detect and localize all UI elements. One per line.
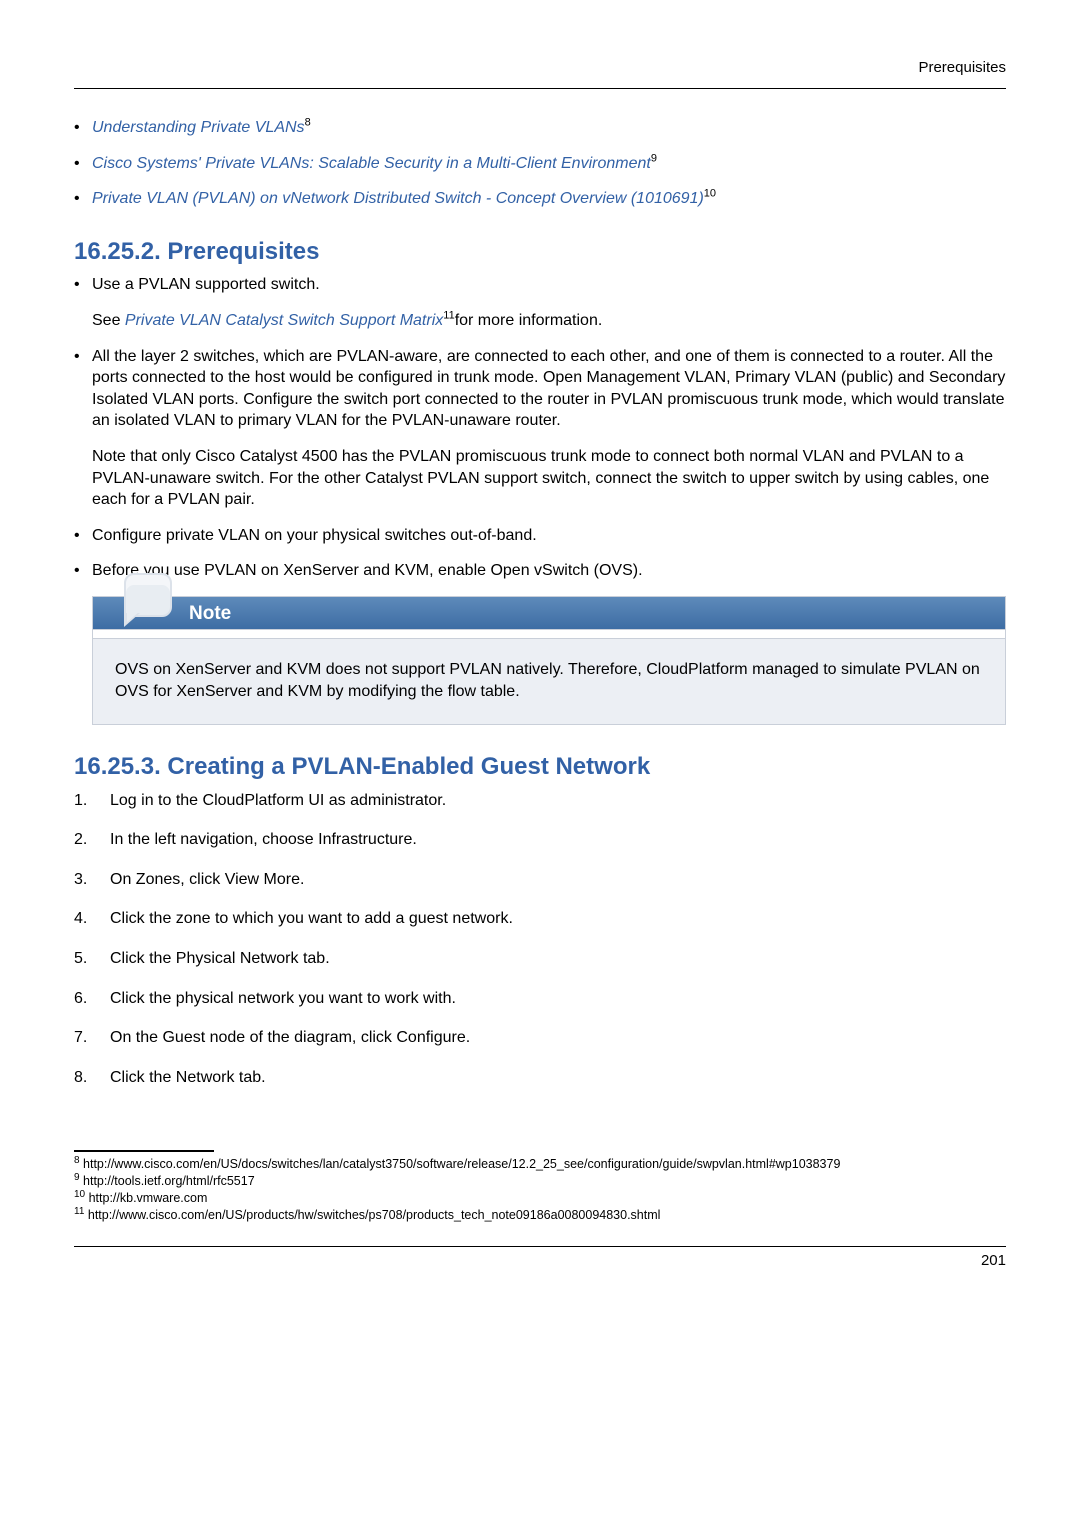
body-text: Note that only Cisco Catalyst 4500 has t… xyxy=(92,446,1006,511)
footnote-ref: 9 xyxy=(651,153,657,165)
step-item: On Zones, click View More. xyxy=(74,869,1006,891)
reference-link-list: Understanding Private VLANs8 Cisco Syste… xyxy=(74,117,1006,210)
note-header: Note xyxy=(93,597,1005,629)
reference-link-item: Understanding Private VLANs8 xyxy=(74,117,1006,139)
steps-list: Log in to the CloudPlatform UI as admini… xyxy=(74,790,1006,1089)
note-callout: Note OVS on XenServer and KVM does not s… xyxy=(92,596,1006,725)
footnote-ref: 11 xyxy=(443,310,454,322)
footnote-divider xyxy=(74,1150,214,1152)
reference-link[interactable]: Cisco Systems' Private VLANs: Scalable S… xyxy=(92,155,651,172)
section-heading-prerequisites: 16.25.2. Prerequisites xyxy=(74,236,1006,268)
list-item: All the layer 2 switches, which are PVLA… xyxy=(74,346,1006,511)
body-text: Use a PVLAN supported switch. xyxy=(92,274,1006,296)
reference-link-item: Cisco Systems' Private VLANs: Scalable S… xyxy=(74,153,1006,175)
reference-link[interactable]: Understanding Private VLANs xyxy=(92,119,305,136)
header-rule xyxy=(74,88,1006,89)
footnotes: 8 http://www.cisco.com/en/US/docs/switch… xyxy=(74,1156,1006,1224)
step-item: Click the Network tab. xyxy=(74,1067,1006,1089)
list-item: Before you use PVLAN on XenServer and KV… xyxy=(74,560,1006,582)
running-header: Prerequisites xyxy=(74,58,1006,78)
reference-link[interactable]: Private VLAN Catalyst Switch Support Mat… xyxy=(125,312,443,329)
footnote: 9 http://tools.ietf.org/html/rfc5517 xyxy=(74,1173,1006,1190)
footnote: 10 http://kb.vmware.com xyxy=(74,1190,1006,1207)
section-heading-creating-network: 16.25.3. Creating a PVLAN-Enabled Guest … xyxy=(74,751,1006,783)
step-item: Click the physical network you want to w… xyxy=(74,988,1006,1010)
step-item: In the left navigation, choose Infrastru… xyxy=(74,829,1006,851)
body-text: All the layer 2 switches, which are PVLA… xyxy=(92,346,1006,432)
prerequisites-list: Use a PVLAN supported switch. See Privat… xyxy=(74,274,1006,582)
footnote: 11 http://www.cisco.com/en/US/products/h… xyxy=(74,1207,1006,1224)
footer-rule xyxy=(74,1246,1006,1247)
note-body: OVS on XenServer and KVM does not suppor… xyxy=(93,639,1005,724)
step-item: Click the zone to which you want to add … xyxy=(74,908,1006,930)
step-item: On the Guest node of the diagram, click … xyxy=(74,1027,1006,1049)
step-item: Click the Physical Network tab. xyxy=(74,948,1006,970)
body-text: See Private VLAN Catalyst Switch Support… xyxy=(92,310,1006,332)
note-icon-wrapper xyxy=(115,573,181,645)
note-stripe xyxy=(93,629,1005,639)
list-item: Use a PVLAN supported switch. See Privat… xyxy=(74,274,1006,331)
step-item: Log in to the CloudPlatform UI as admini… xyxy=(74,790,1006,812)
page-number: 201 xyxy=(74,1251,1006,1271)
footnote-ref: 8 xyxy=(305,117,311,129)
footnote-ref: 10 xyxy=(704,188,716,200)
footnote: 8 http://www.cisco.com/en/US/docs/switch… xyxy=(74,1156,1006,1173)
reference-link-item: Private VLAN (PVLAN) on vNetwork Distrib… xyxy=(74,188,1006,210)
list-item: Configure private VLAN on your physical … xyxy=(74,525,1006,547)
body-text: Configure private VLAN on your physical … xyxy=(92,527,537,544)
reference-link[interactable]: Private VLAN (PVLAN) on vNetwork Distrib… xyxy=(92,190,704,207)
note-title: Note xyxy=(189,601,231,627)
speech-bubble-icon xyxy=(124,573,172,617)
